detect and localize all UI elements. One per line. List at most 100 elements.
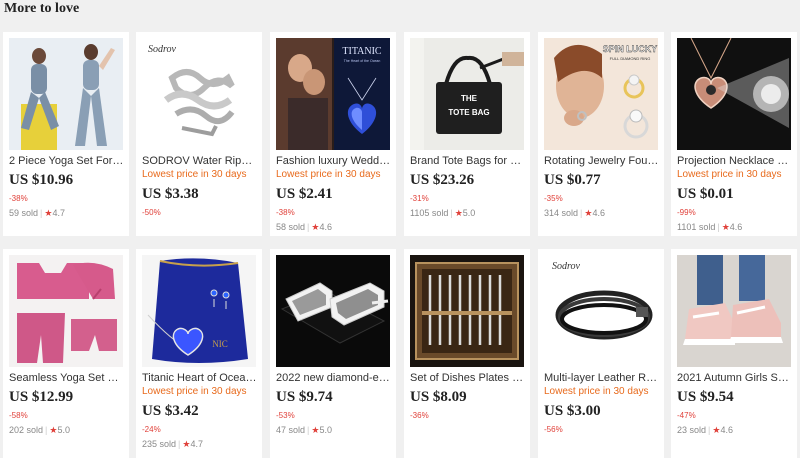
product-image[interactable]: THE TOTE BAG xyxy=(410,38,524,150)
product-card[interactable]: Sodrov SODROV Water Ripple Ring Lowest p… xyxy=(136,32,262,236)
product-image[interactable]: SPIN LUCKY FULL DIAMOND RING xyxy=(544,38,658,150)
sold-count: 202 sold xyxy=(9,425,44,435)
star-icon: ★ xyxy=(454,208,463,218)
product-card[interactable]: Set of Dishes Plates Knife Fork US $8.09… xyxy=(404,249,530,458)
sold-count: 58 sold xyxy=(276,222,306,232)
sold-rating: 58 sold | ★4.6 xyxy=(276,222,332,233)
titanic-necklace-photo: TITANIC The Heart of the Ocean xyxy=(276,38,390,150)
rating-value: 4.6 xyxy=(729,222,743,232)
sold-rating: 59 sold | ★4.7 xyxy=(9,208,65,219)
sold-count: 1105 sold xyxy=(410,208,449,218)
product-title[interactable]: Titanic Heart of Ocean Necklace xyxy=(142,371,258,385)
product-card[interactable]: NIC Titanic Heart of Ocean Necklace Lowe… xyxy=(136,249,262,458)
product-card[interactable]: 2022 new diamond-encrusted Sunglasses US… xyxy=(270,249,396,458)
product-image[interactable]: Sodrov xyxy=(142,38,256,150)
product-image[interactable] xyxy=(276,255,390,367)
heart-of-ocean-photo: NIC xyxy=(142,255,256,367)
product-price: US $10.96 xyxy=(9,172,74,188)
discount-badge: -24% xyxy=(142,425,161,434)
product-title[interactable]: Brand Tote Bags for Women xyxy=(410,154,526,168)
product-image[interactable] xyxy=(9,38,123,150)
sold-rating: 314 sold | ★4.6 xyxy=(544,208,605,219)
product-title[interactable]: Fashion luxury Wedding Necklace xyxy=(276,154,392,168)
product-image[interactable]: TITANIC The Heart of the Ocean xyxy=(276,38,390,150)
lowest-price-tag: Lowest price in 30 days xyxy=(142,386,247,397)
separator: | xyxy=(450,208,453,218)
product-card[interactable]: 2 Piece Yoga Set For Women US $10.96 -38… xyxy=(3,32,129,236)
rating-value: 5.0 xyxy=(319,425,332,435)
sunglasses-photo xyxy=(276,255,390,367)
lowest-price-tag: Lowest price in 30 days xyxy=(142,169,247,180)
rating-value: 4.6 xyxy=(592,208,605,218)
product-card[interactable]: Sodrov Multi-layer Leather Rope Bracelet… xyxy=(538,249,664,458)
section-title: More to love xyxy=(4,1,80,16)
product-title[interactable]: SODROV Water Ripple Ring xyxy=(142,154,258,168)
product-title[interactable]: Rotating Jewelry Four-Leaf Ring xyxy=(544,154,660,168)
sold-count: 235 sold xyxy=(142,439,177,449)
product-card[interactable]: Projection Necklace 100 Languages Lowest… xyxy=(671,32,797,236)
product-price: US $2.41 xyxy=(276,186,333,202)
product-image[interactable] xyxy=(677,38,791,150)
product-image[interactable] xyxy=(677,255,791,367)
sold-rating: 47 sold | ★5.0 xyxy=(276,425,332,436)
product-card[interactable]: SPIN LUCKY FULL DIAMOND RING Rotating Je… xyxy=(538,32,664,236)
sold-count: 59 sold xyxy=(9,208,39,218)
cutlery-set-photo xyxy=(410,255,524,367)
discount-badge: -56% xyxy=(544,425,563,434)
sold-count: 1101 sold xyxy=(677,222,716,232)
brand-logo: Sodrov xyxy=(148,44,177,55)
rating-value: 4.7 xyxy=(190,439,203,449)
product-title[interactable]: 2021 Autumn Girls Sneakers xyxy=(677,371,793,385)
discount-badge: -50% xyxy=(142,208,161,217)
product-title[interactable]: Multi-layer Leather Rope Bracelet xyxy=(544,371,660,385)
sold-rating: 23 sold | ★4.6 xyxy=(677,425,733,436)
product-title[interactable]: Set of Dishes Plates Knife Fork xyxy=(410,371,526,385)
lowest-price-tag: Lowest price in 30 days xyxy=(276,169,381,180)
product-price: US $3.42 xyxy=(142,403,199,419)
product-price: US $0.01 xyxy=(677,186,734,202)
separator: | xyxy=(717,222,720,232)
sold-rating: 1105 sold | ★5.0 xyxy=(410,208,475,219)
product-card[interactable]: TITANIC The Heart of the Ocean Fashion l… xyxy=(270,32,396,236)
product-price: US $23.26 xyxy=(410,172,475,188)
product-card[interactable]: THE TOTE BAG Brand Tote Bags for Women U… xyxy=(404,32,530,236)
product-card[interactable]: Seamless Yoga Set Women US $12.99 -58% 2… xyxy=(3,249,129,458)
sold-count: 47 sold xyxy=(276,425,306,435)
star-icon: ★ xyxy=(721,222,730,232)
discount-badge: -35% xyxy=(544,194,563,203)
separator: | xyxy=(580,208,583,218)
separator: | xyxy=(178,439,181,449)
separator: | xyxy=(708,425,711,435)
tote-text-1: THE xyxy=(461,94,478,103)
spin-title: SPIN LUCKY xyxy=(603,44,658,54)
discount-badge: -36% xyxy=(410,411,429,420)
discount-badge: -38% xyxy=(9,194,28,203)
leather-bracelet-photo: Sodrov xyxy=(544,255,658,367)
product-image[interactable]: NIC xyxy=(142,255,256,367)
sold-rating: 202 sold | ★5.0 xyxy=(9,425,70,436)
product-title[interactable]: 2022 new diamond-encrusted Sunglasses xyxy=(276,371,392,385)
discount-badge: -99% xyxy=(677,208,696,217)
product-card[interactable]: 2021 Autumn Girls Sneakers US $9.54 -47%… xyxy=(671,249,797,458)
rating-value: 5.0 xyxy=(57,425,70,435)
product-price: US $9.54 xyxy=(677,389,734,405)
sold-rating: 1101 sold | ★4.6 xyxy=(677,222,742,233)
yoga-set-photo xyxy=(9,38,123,150)
titanic-word: TITANIC xyxy=(342,46,382,57)
product-title[interactable]: Projection Necklace 100 Languages xyxy=(677,154,793,168)
product-image[interactable] xyxy=(410,255,524,367)
product-image[interactable] xyxy=(9,255,123,367)
lowest-price-tag: Lowest price in 30 days xyxy=(544,386,649,397)
product-price: US $3.38 xyxy=(142,186,199,202)
rating-value: 4.6 xyxy=(319,222,332,232)
separator: | xyxy=(307,425,310,435)
sold-count: 23 sold xyxy=(677,425,707,435)
product-price: US $9.74 xyxy=(276,389,333,405)
rating-value: 4.7 xyxy=(52,208,65,218)
discount-badge: -58% xyxy=(9,411,28,420)
product-image[interactable]: Sodrov xyxy=(544,255,658,367)
product-title[interactable]: 2 Piece Yoga Set For Women xyxy=(9,154,125,168)
product-title[interactable]: Seamless Yoga Set Women xyxy=(9,371,125,385)
nic-text: NIC xyxy=(212,339,228,349)
brand-logo: Sodrov xyxy=(552,261,581,272)
